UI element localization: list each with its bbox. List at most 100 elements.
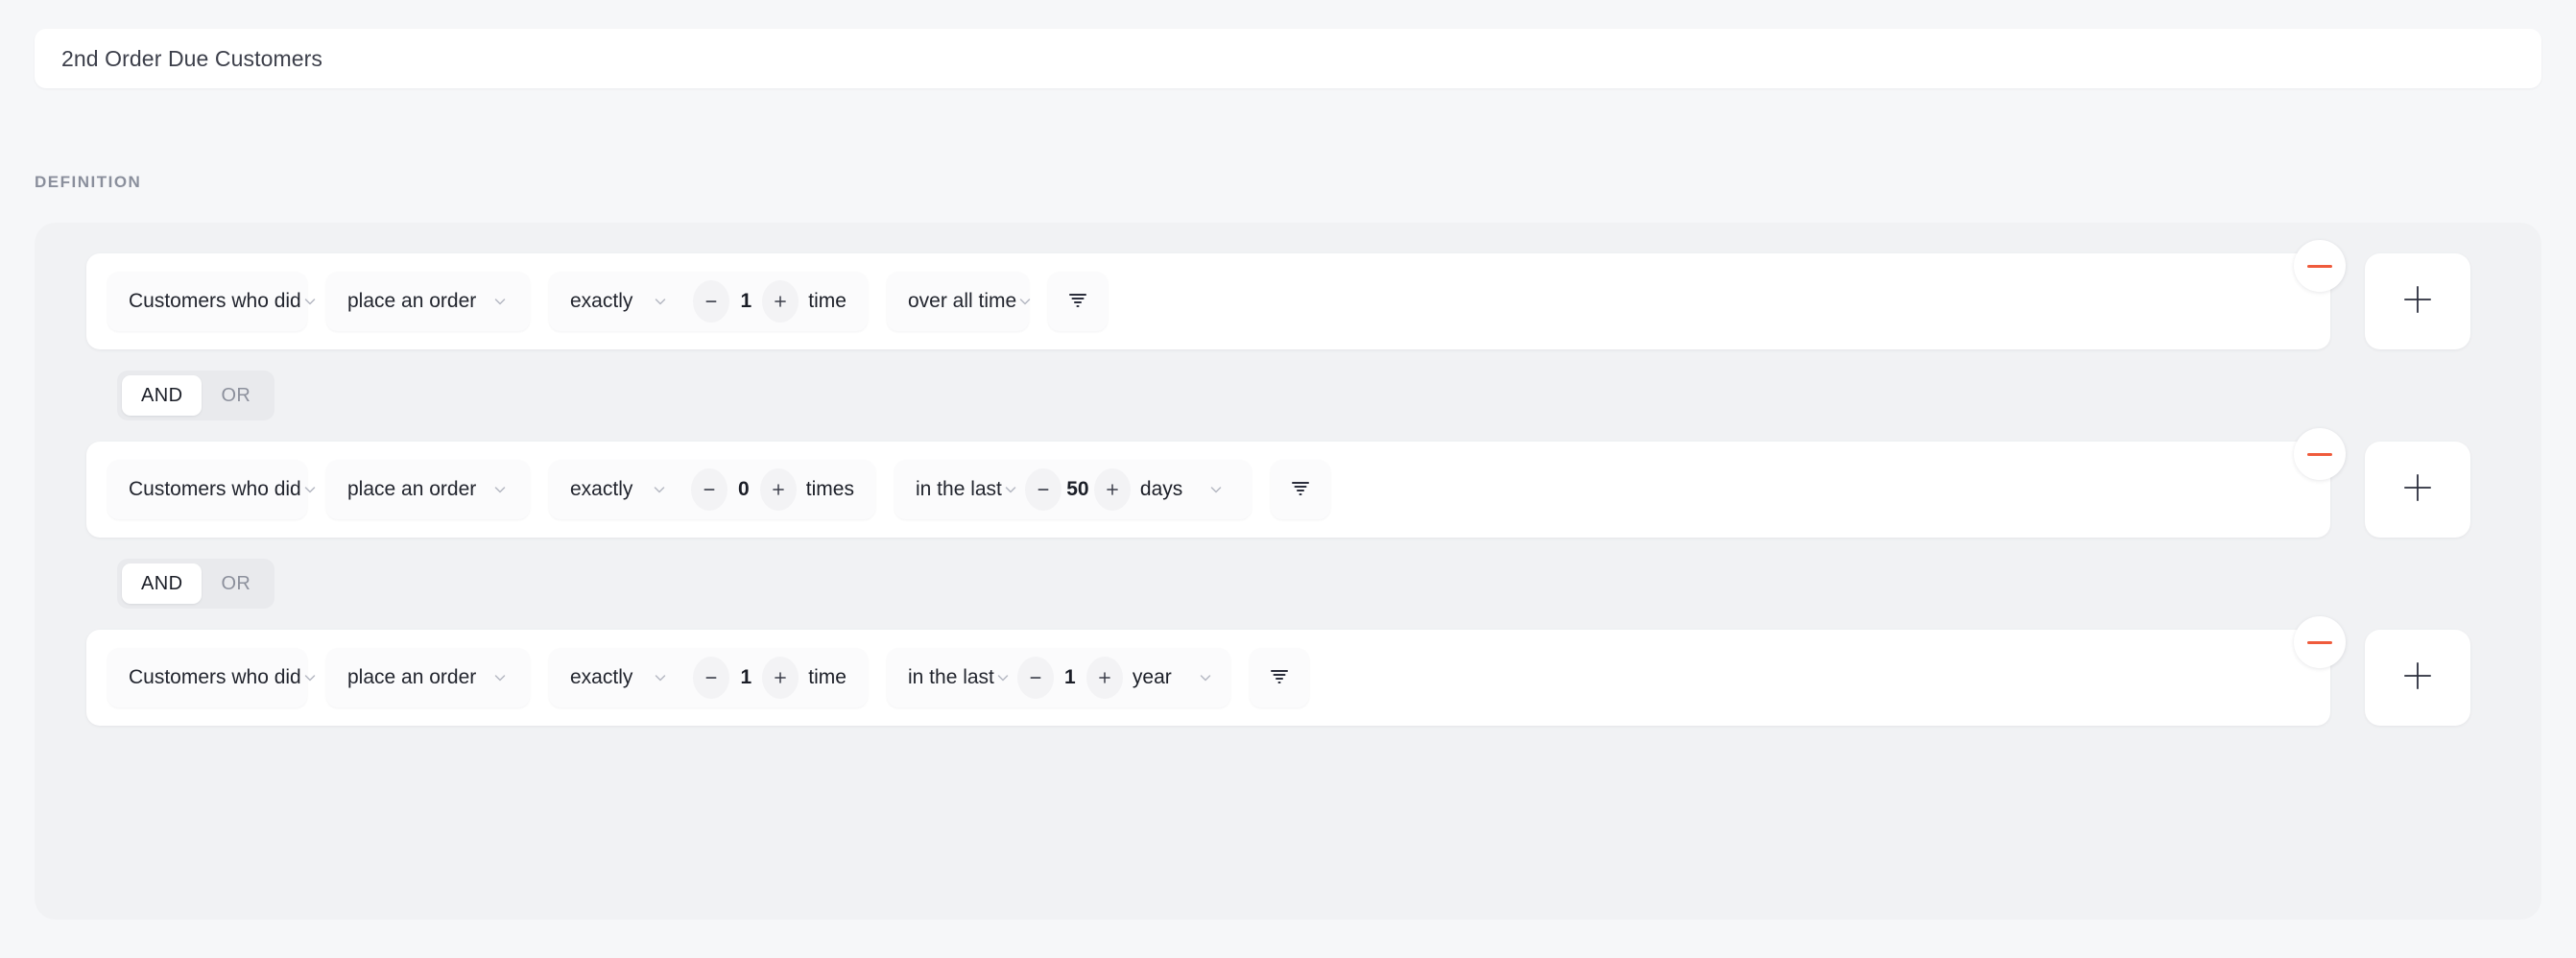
event-label-2: place an order — [347, 478, 477, 500]
frequency-group-2[interactable]: exactly 0 times — [549, 460, 875, 519]
condition-group-3: Customers who did place an order exactly… — [86, 616, 2541, 726]
chevron-down-icon — [1016, 293, 1034, 310]
time-decrement-button-3[interactable] — [1016, 657, 1054, 699]
subject-select-3[interactable]: Customers who did — [107, 648, 315, 707]
count-increment-button-3[interactable] — [762, 657, 799, 699]
chevron-down-icon[interactable] — [1197, 669, 1214, 686]
condition-card-2: Customers who did place an order exactly… — [86, 428, 2346, 538]
time-range-label-3: in the last — [908, 666, 994, 688]
logic-connector-2[interactable]: AND OR — [117, 559, 275, 609]
event-label-3: place an order — [347, 666, 477, 688]
frequency-group-3[interactable]: exactly 1 time — [549, 648, 868, 707]
condition-group-1: Customers who did place an order exactly… — [86, 240, 2541, 442]
filter-button-3[interactable] — [1250, 648, 1309, 707]
filter-button-1[interactable] — [1048, 272, 1108, 331]
time-range-label-2: in the last — [916, 478, 1002, 500]
event-label-1: place an order — [347, 290, 477, 312]
frequency-group-1[interactable]: exactly 1 time — [549, 272, 868, 331]
condition-group-2: Customers who did place an order exactly… — [86, 428, 2541, 630]
time-range-label-1: over all time — [908, 290, 1017, 312]
subject-label-3: Customers who did — [129, 666, 301, 688]
chevron-down-icon — [491, 293, 509, 310]
time-range-select-1[interactable]: over all time — [887, 272, 1031, 331]
frequency-operator-label-3: exactly — [570, 666, 633, 688]
time-increment-button-2[interactable] — [1093, 468, 1131, 511]
condition-row-3: Customers who did place an order exactly… — [86, 616, 2541, 726]
chevron-down-icon[interactable] — [1207, 481, 1225, 498]
condition-row-1: Customers who did place an order exactly… — [86, 240, 2541, 349]
logic-and-option-1[interactable]: AND — [122, 375, 203, 416]
time-value-2[interactable]: 50 — [1061, 478, 1094, 501]
frequency-operator-label-1: exactly — [570, 290, 633, 312]
logic-or-option-1[interactable]: OR — [202, 375, 270, 416]
time-unit-3: year — [1132, 666, 1172, 688]
logic-connector-1[interactable]: AND OR — [117, 371, 275, 420]
add-condition-button-2[interactable] — [2365, 442, 2470, 538]
condition-row-2: Customers who did place an order exactly… — [86, 428, 2541, 538]
event-select-3[interactable]: place an order — [326, 648, 530, 707]
chevron-down-icon[interactable] — [652, 669, 669, 686]
time-value-3[interactable]: 1 — [1054, 666, 1086, 689]
segment-name-field[interactable]: 2nd Order Due Customers — [35, 29, 2541, 88]
plus-icon — [2401, 283, 2434, 321]
count-value-3[interactable]: 1 — [729, 666, 762, 689]
add-condition-button-3[interactable] — [2365, 630, 2470, 726]
count-value-1[interactable]: 1 — [729, 290, 762, 313]
count-unit-2: times — [805, 478, 854, 500]
event-select-1[interactable]: place an order — [326, 272, 530, 331]
time-stepper-2: 50 days — [1024, 468, 1230, 511]
remove-condition-button-3[interactable] — [2294, 616, 2346, 668]
logic-or-option-2[interactable]: OR — [202, 563, 270, 604]
count-stepper-3: 1 time — [693, 657, 847, 699]
count-increment-button-1[interactable] — [762, 280, 799, 323]
condition-card-1: Customers who did place an order exactly… — [86, 240, 2346, 349]
chevron-down-icon[interactable] — [1002, 481, 1019, 498]
count-increment-button-2[interactable] — [759, 468, 797, 511]
count-unit-1: time — [808, 290, 847, 312]
chevron-down-icon[interactable] — [651, 481, 668, 498]
segment-name-value: 2nd Order Due Customers — [61, 45, 323, 71]
time-stepper-3: 1 year — [1016, 657, 1220, 699]
filter-icon — [1288, 475, 1313, 505]
count-value-2[interactable]: 0 — [727, 478, 760, 501]
segment-builder-page: 2nd Order Due Customers DEFINITION Custo… — [0, 0, 2576, 958]
chevron-down-icon[interactable] — [652, 293, 669, 310]
add-condition-button-1[interactable] — [2365, 253, 2470, 349]
event-select-2[interactable]: place an order — [326, 460, 530, 519]
count-decrement-button-3[interactable] — [693, 657, 730, 699]
chevron-down-icon[interactable] — [994, 669, 1012, 686]
subject-select-2[interactable]: Customers who did — [107, 460, 315, 519]
minus-icon — [2307, 452, 2332, 456]
chevron-down-icon — [491, 481, 509, 498]
definition-section-label: DEFINITION — [35, 173, 142, 191]
definition-panel: Customers who did place an order exactly… — [35, 223, 2541, 920]
chevron-down-icon — [301, 481, 319, 498]
count-decrement-button-1[interactable] — [693, 280, 730, 323]
remove-condition-button-1[interactable] — [2294, 240, 2346, 292]
minus-icon — [2307, 640, 2332, 644]
plus-icon — [2401, 659, 2434, 697]
time-decrement-button-2[interactable] — [1024, 468, 1061, 511]
logic-and-option-2[interactable]: AND — [122, 563, 203, 604]
time-increment-button-3[interactable] — [1085, 657, 1123, 699]
minus-icon — [2307, 264, 2332, 268]
count-decrement-button-2[interactable] — [690, 468, 727, 511]
condition-card-3: Customers who did place an order exactly… — [86, 616, 2346, 726]
count-unit-3: time — [808, 666, 847, 688]
filter-icon — [1065, 287, 1090, 317]
count-stepper-1: 1 time — [693, 280, 847, 323]
subject-label-2: Customers who did — [129, 478, 301, 500]
frequency-operator-label-2: exactly — [570, 478, 633, 500]
subject-select-1[interactable]: Customers who did — [107, 272, 315, 331]
chevron-down-icon — [491, 669, 509, 686]
time-range-group-2[interactable]: in the last 50 days — [894, 460, 1252, 519]
time-range-group-3[interactable]: in the last 1 year — [887, 648, 1230, 707]
chevron-down-icon — [301, 293, 319, 310]
time-unit-2: days — [1139, 478, 1183, 500]
plus-icon — [2401, 471, 2434, 509]
count-stepper-2: 0 times — [690, 468, 854, 511]
remove-condition-button-2[interactable] — [2294, 428, 2346, 480]
filter-icon — [1267, 663, 1292, 693]
filter-button-2[interactable] — [1271, 460, 1330, 519]
chevron-down-icon — [301, 669, 319, 686]
